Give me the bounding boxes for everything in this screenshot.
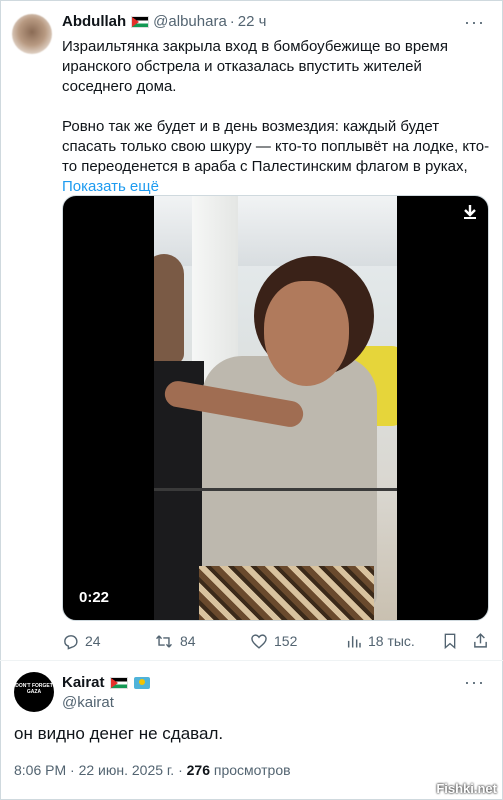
reply-text: он видно денег не сдавал.	[14, 724, 224, 743]
video-frame	[154, 196, 397, 620]
reply-views-count: 276	[186, 762, 210, 778]
like-count: 152	[274, 633, 298, 649]
reply-timestamp[interactable]: 8:06 PM · 22 июн. 2025 г. ·	[14, 762, 183, 778]
author-name[interactable]: Abdullah	[62, 13, 126, 30]
bookmark-icon[interactable]	[442, 632, 458, 650]
reply-author-handle[interactable]: @kairat	[62, 694, 114, 711]
palestine-flag-icon	[109, 676, 128, 689]
reply-icon	[64, 634, 78, 650]
tweet-header: Abdullah @albuhara · 22 ч	[62, 13, 266, 30]
views-count: 18 тыс.	[368, 633, 415, 649]
video-duration: 0:22	[79, 589, 110, 606]
tweet-text: Израильтянка закрыла вход в бомбоубежище…	[62, 37, 492, 197]
tweet[interactable]: Abdullah @albuhara · 22 ч ··· Израильтян…	[0, 0, 503, 660]
avatar-text: DON'T FORGET GAZA	[15, 683, 53, 695]
reply-button[interactable]: 24	[62, 630, 101, 652]
views-chart-icon	[347, 635, 361, 647]
video-player[interactable]: 0:22	[62, 195, 489, 621]
separator: ·	[229, 13, 235, 30]
like-button[interactable]: 152	[250, 630, 297, 652]
share-icon[interactable]	[472, 631, 489, 650]
divider	[0, 660, 503, 661]
reply-count: 24	[85, 633, 101, 649]
tweet-actions: 24 84 152 18 тыс.	[62, 630, 492, 652]
reply-meta: 8:06 PM · 22 июн. 2025 г. · 276 просмотр…	[14, 762, 291, 778]
author-handle[interactable]: @albuhara	[153, 13, 227, 30]
avatar[interactable]	[12, 14, 52, 54]
repost-count: 84	[180, 633, 196, 649]
more-options-icon[interactable]: ···	[464, 672, 485, 693]
kazakhstan-flag-icon	[133, 676, 150, 689]
reply-views-label: просмотров	[213, 762, 291, 778]
more-options-icon[interactable]: ···	[464, 12, 485, 33]
timestamp[interactable]: 22 ч	[238, 13, 267, 30]
watermark: Fishki.net	[436, 781, 497, 796]
views-button[interactable]: 18 тыс.	[346, 630, 415, 652]
palestine-flag-icon	[131, 15, 150, 28]
tweet-paragraph-1: Израильтянка закрыла вход в бомбоубежище…	[62, 38, 448, 95]
show-more-link[interactable]: Показать ещё	[62, 177, 492, 197]
download-icon[interactable]	[462, 204, 478, 220]
reply-author-name[interactable]: Kairat	[62, 674, 105, 691]
reply-avatar[interactable]: DON'T FORGET GAZA	[14, 672, 54, 712]
reply-author-row: Kairat	[62, 674, 150, 691]
repost-icon	[156, 634, 172, 648]
tweet-paragraph-2: Ровно так же будет и в день возмездия: к…	[62, 118, 490, 175]
repost-button[interactable]: 84	[154, 630, 196, 652]
heart-icon	[251, 633, 267, 649]
